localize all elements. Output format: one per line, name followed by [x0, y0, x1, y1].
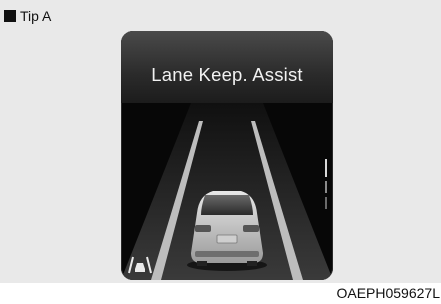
- road-scene: [121, 103, 333, 280]
- tip-bullet-square: [4, 10, 16, 22]
- instrument-cluster-display: Lane Keep. Assist: [121, 31, 333, 280]
- scale-mark: [325, 159, 327, 177]
- figure-panel: Tip A Lane Keep. Assist: [0, 0, 441, 283]
- scale-mark: [325, 181, 327, 193]
- tip-label: Tip A: [4, 8, 51, 24]
- display-message: Lane Keep. Assist: [151, 64, 303, 85]
- figure-code: OAEPH059627L: [336, 285, 440, 301]
- scale-mark: [325, 197, 327, 209]
- tip-label-text: Tip A: [20, 8, 52, 24]
